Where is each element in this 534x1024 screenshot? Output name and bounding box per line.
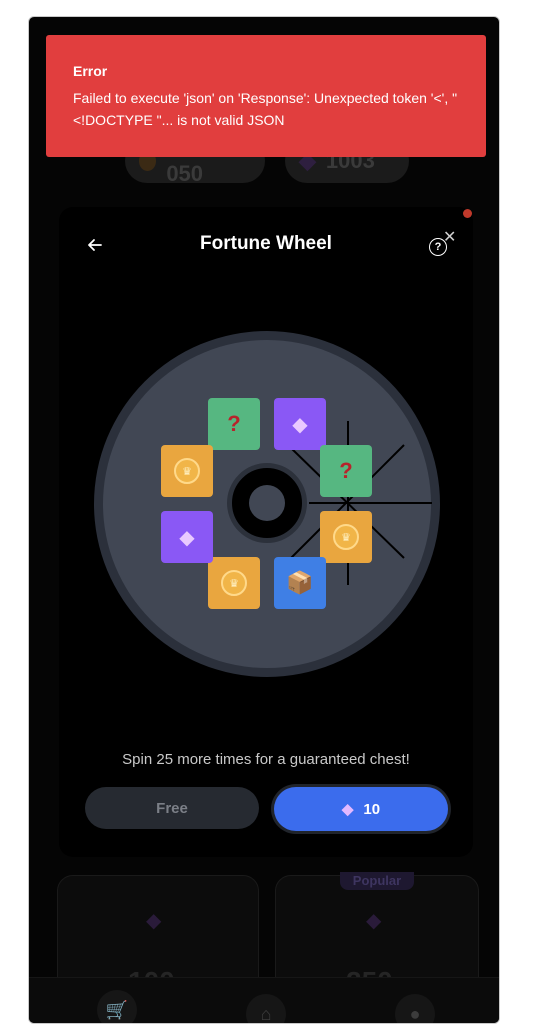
gem-icon: ◆ [341,801,354,818]
wheel-tile-coin: ♛ [320,511,372,563]
error-toast[interactable]: Error Failed to execute 'json' on 'Respo… [46,35,486,157]
wheel-tile-coin: ♛ [208,557,260,609]
gem-icon: ◆ [179,526,195,549]
gem-spin-button-frame: ◆ 10 [271,784,451,834]
guarantee-message: Spin 25 more times for a guaranteed ches… [122,751,410,768]
wheel-hub [227,463,307,543]
toast-title: Error [73,63,108,79]
gem-spin-button[interactable]: ◆ 10 [274,787,448,831]
wheel-tile-coin: ♛ [161,445,213,497]
free-spin-button[interactable]: Free [85,787,259,829]
wheel-tile-chest: 📦 [274,557,326,609]
coin-icon: ♛ [333,524,359,550]
wheel-tile-mystery: ? [320,445,372,497]
toast-message: Failed to execute 'json' on 'Response': … [73,90,458,128]
box-icon: 📦 [286,570,314,595]
coin-icon: ♛ [174,458,200,484]
coin-icon: ♛ [221,570,247,596]
wheel-tile-gem: ◆ [161,511,213,563]
wheel-tile-gem: ◆ [274,398,326,450]
question-icon: ? [227,411,241,436]
question-icon: ? [339,458,353,483]
gem-icon: ◆ [292,413,308,436]
app-frame: 1 090 050 ◆ 1003 ◆ 100 Popular ◆ 250 🛒 ⌂… [28,16,500,1024]
wheel-hub-hole [249,485,285,521]
gem-cost: 10 [363,800,381,818]
wheel-tile-mystery: ? [208,398,260,450]
